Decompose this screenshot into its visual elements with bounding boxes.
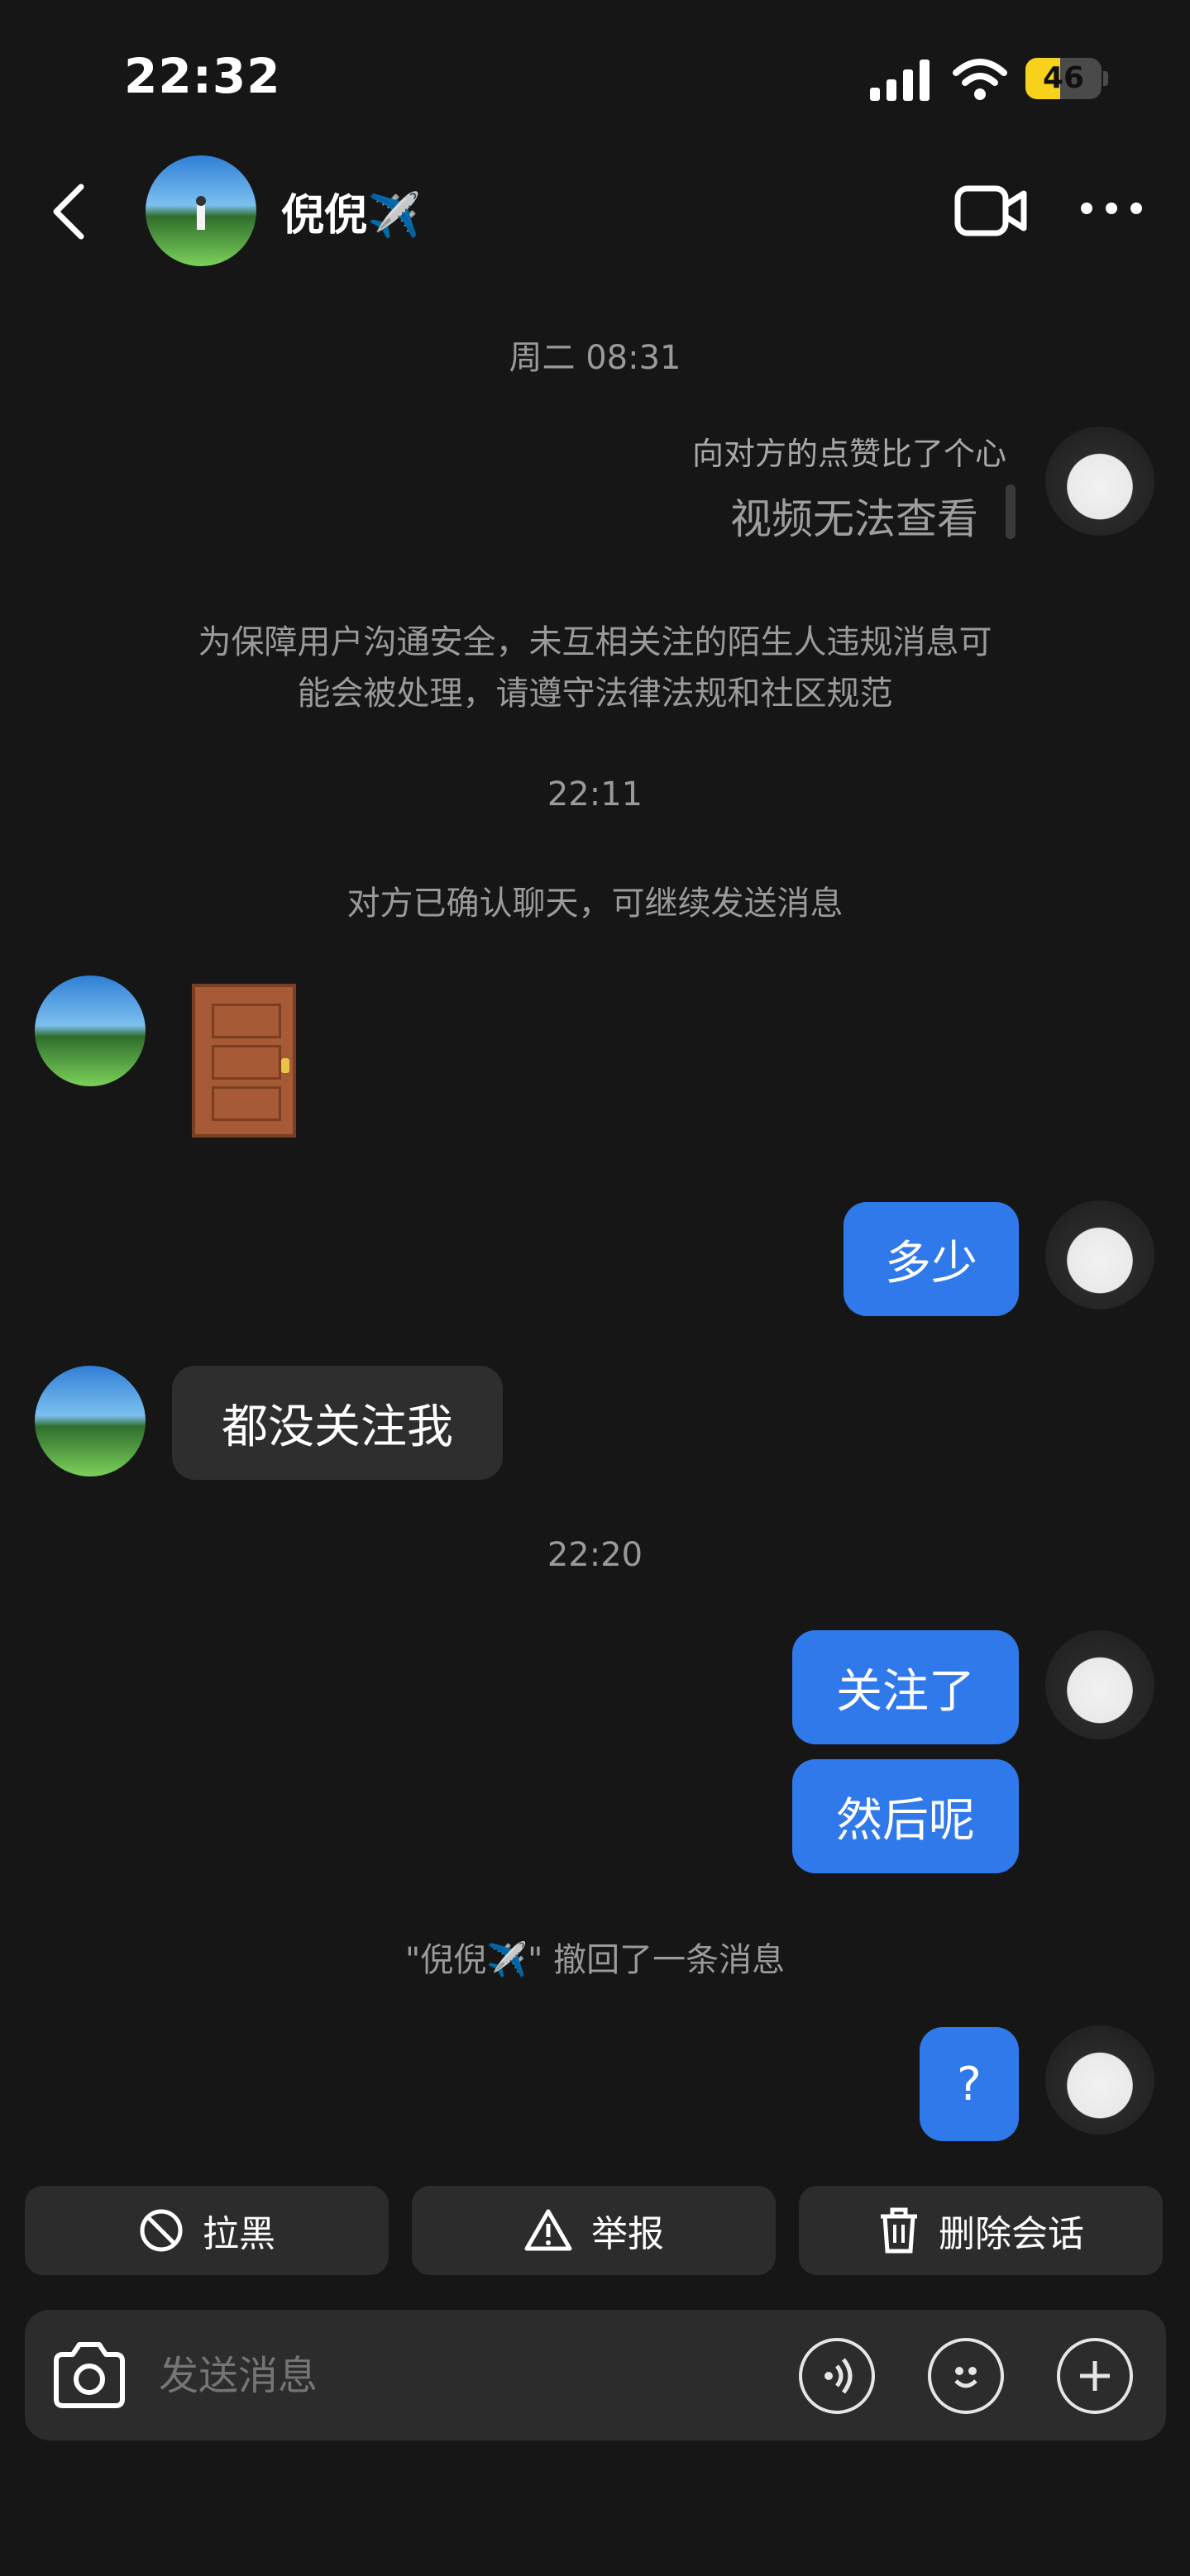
emoji-icon[interactable] <box>928 2338 1004 2414</box>
timestamp: 周二 08:31 <box>509 339 681 377</box>
safety-notice-line2: 能会被处理，请遵守法律法规和社区规范 <box>297 675 893 713</box>
contact-avatar[interactable] <box>35 1366 146 1476</box>
self-avatar[interactable] <box>1045 1630 1154 1739</box>
contact-avatar[interactable] <box>146 155 256 266</box>
video-call-icon[interactable] <box>954 184 1029 238</box>
timestamp: 22:20 <box>547 1536 643 1574</box>
battery-indicator: 46 <box>1025 58 1102 99</box>
door-emoji-message[interactable] <box>192 984 296 1138</box>
block-button[interactable]: 拉黑 <box>25 2186 389 2275</box>
message-bubble-outgoing[interactable]: 多少 <box>844 1202 1019 1316</box>
block-label: 拉黑 <box>203 2213 275 2255</box>
report-button[interactable]: 举报 <box>412 2186 776 2275</box>
battery-percent: 46 <box>1042 61 1085 95</box>
status-time: 22:32 <box>124 48 281 104</box>
delete-chat-label: 删除会话 <box>939 2213 1084 2255</box>
contact-name[interactable]: 倪倪✈️ <box>281 180 421 242</box>
message-bubble-incoming[interactable]: 都没关注我 <box>172 1366 503 1480</box>
delete-chat-button[interactable]: 删除会话 <box>799 2186 1163 2275</box>
message-bubble-outgoing[interactable]: ? <box>920 2027 1019 2141</box>
camera-icon[interactable] <box>51 2340 127 2411</box>
contact-avatar[interactable] <box>35 976 146 1086</box>
recall-notice: "倪倪✈️" 撤回了一条消息 <box>404 1941 786 1979</box>
video-unavailable-text[interactable]: 视频无法查看 <box>730 486 978 546</box>
trash-icon <box>881 2207 917 2254</box>
back-arrow-icon[interactable] <box>48 182 88 241</box>
plus-icon[interactable] <box>1057 2338 1133 2414</box>
message-bubble-outgoing[interactable]: 关注了 <box>792 1630 1019 1744</box>
warning-icon <box>524 2209 572 2251</box>
golfer-figure-icon <box>196 196 206 230</box>
self-avatar[interactable] <box>1045 1200 1154 1309</box>
timestamp: 22:11 <box>547 775 643 813</box>
signal-icon <box>870 60 930 101</box>
confirm-notice: 对方已确认聊天，可继续发送消息 <box>346 885 844 923</box>
report-label: 举报 <box>591 2213 664 2255</box>
voice-input-icon[interactable] <box>799 2338 875 2414</box>
message-bubble-outgoing[interactable]: 然后呢 <box>792 1759 1019 1873</box>
block-icon <box>140 2209 183 2252</box>
more-options-icon[interactable] <box>1078 200 1145 217</box>
wifi-icon <box>953 59 1007 100</box>
reply-quote-bar <box>1006 484 1016 539</box>
message-input-bar <box>25 2310 1166 2440</box>
message-input[interactable] <box>157 2343 805 2409</box>
self-avatar[interactable] <box>1045 427 1154 536</box>
like-note: 向对方的点赞比了个心 <box>691 436 1006 472</box>
self-avatar[interactable] <box>1045 2025 1154 2135</box>
safety-notice-line1: 为保障用户沟通安全，未互相关注的陌生人违规消息可 <box>198 623 992 661</box>
battery-tip <box>1103 71 1108 86</box>
